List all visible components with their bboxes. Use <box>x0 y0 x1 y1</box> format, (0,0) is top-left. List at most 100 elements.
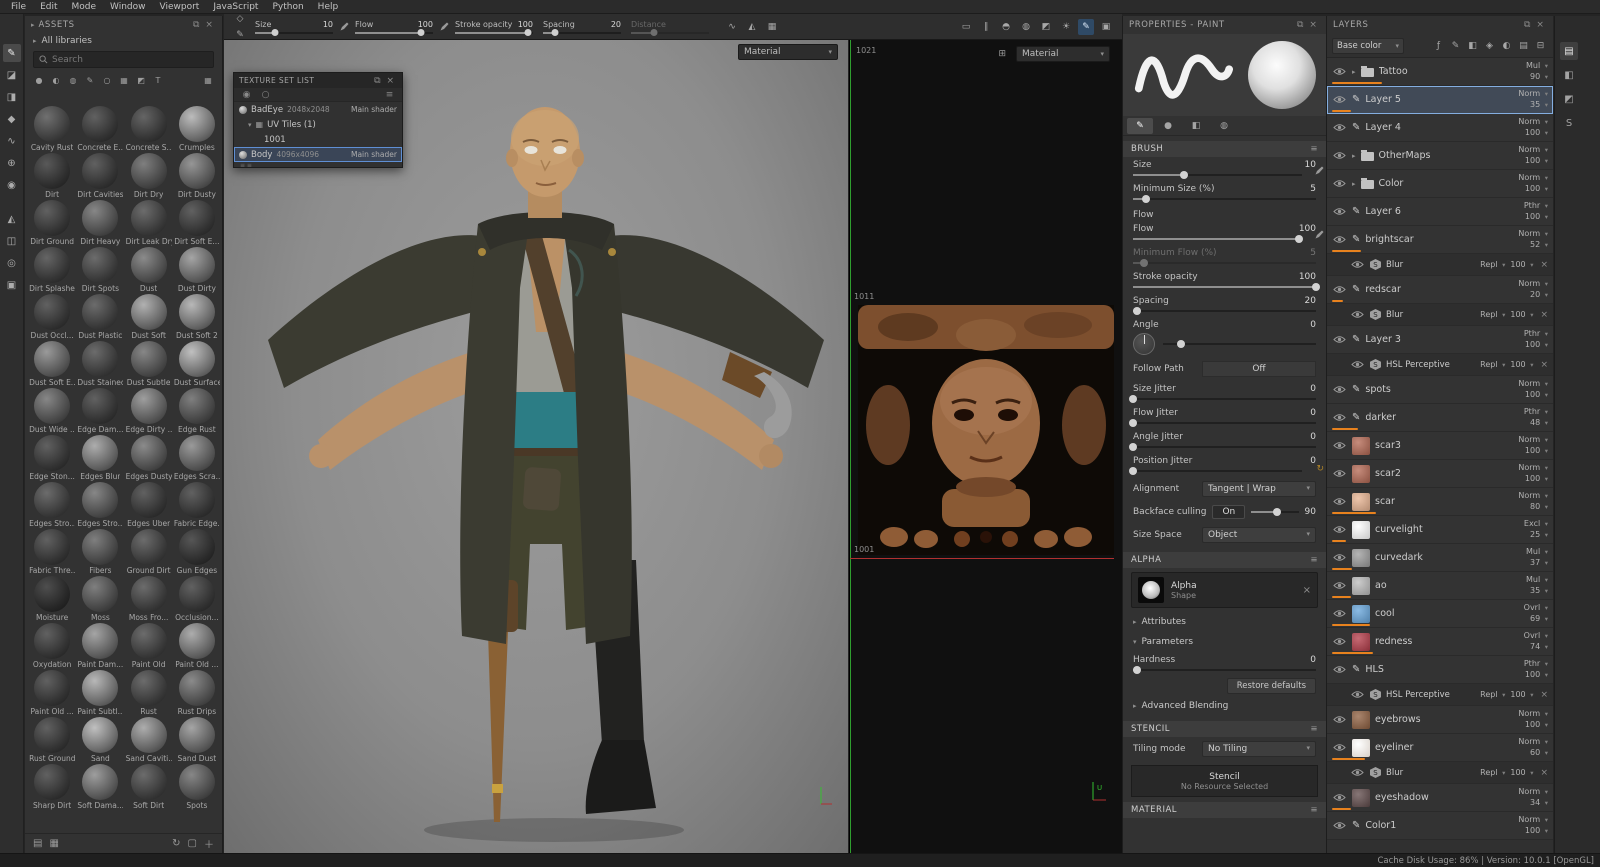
asset-item[interactable]: Rust Ground <box>29 717 75 764</box>
close-panel-icon[interactable]: × <box>1534 20 1547 30</box>
asset-item[interactable]: Dust Soft E... <box>29 341 75 388</box>
layer-effect-row[interactable]: S Blur Repl ▾ 100 ▾ × <box>1327 304 1553 326</box>
viewport-3d[interactable]: Material ▾ TEXTURE SET LIST ⧉ × ◉ ○ ≡ Bad… <box>224 40 848 853</box>
opacity-dropdown[interactable]: 100 ▾ <box>1525 390 1548 400</box>
pressure-pen-icon[interactable] <box>1315 230 1324 242</box>
visibility-eye-icon[interactable] <box>1333 743 1347 752</box>
asset-item[interactable]: Paint Dam... <box>77 623 123 670</box>
asset-item[interactable]: Edge Dam... <box>77 388 123 435</box>
remove-effect-icon[interactable]: × <box>1540 360 1548 370</box>
panel-collapse-icon[interactable]: ▸ <box>31 21 35 29</box>
effect-blend-mode-dropdown[interactable]: Repl ▾ <box>1480 260 1505 269</box>
effect-blend-mode-dropdown[interactable]: Repl ▾ <box>1480 690 1505 699</box>
opacity-dropdown[interactable]: 100 ▾ <box>1525 156 1548 166</box>
search-input[interactable] <box>52 54 208 65</box>
param-hardness[interactable]: Hardness 0 <box>1123 652 1326 676</box>
asset-item[interactable]: Soft Dama... <box>77 764 123 811</box>
pause-physics-icon[interactable]: ∥ <box>978 19 994 35</box>
asset-item[interactable]: Edges Stro... <box>77 482 123 529</box>
param-size[interactable]: Size 10 <box>1123 157 1326 181</box>
blend-mode-dropdown[interactable]: Pthr ▾ <box>1524 659 1548 669</box>
blend-mode-dropdown[interactable]: Norm ▾ <box>1518 709 1548 719</box>
parameters-collapse[interactable]: ▾ Parameters <box>1123 632 1326 652</box>
asset-item[interactable]: Edges Uber <box>126 482 172 529</box>
tiling-icon[interactable]: ▦ <box>764 19 780 35</box>
layer-row[interactable]: eyeshadow Norm ▾ 34 ▾ <box>1327 784 1553 812</box>
menu-window[interactable]: Window <box>103 2 153 12</box>
remove-effect-icon[interactable]: × <box>1540 260 1548 270</box>
opacity-dropdown[interactable]: 35 ▾ <box>1530 100 1548 110</box>
opacity-dropdown[interactable]: 100 ▾ <box>1525 128 1548 138</box>
simulation-icon[interactable]: ◓ <box>998 19 1014 35</box>
add-fill-layer-icon[interactable]: ◧ <box>1465 38 1480 53</box>
visibility-eye-icon[interactable] <box>1333 151 1347 160</box>
asset-item[interactable]: Rust <box>126 670 172 717</box>
blend-mode-dropdown[interactable]: Mul ▾ <box>1526 61 1548 71</box>
filter-alphas-icon[interactable]: ○ <box>99 73 115 87</box>
toolbar-slider[interactable] <box>255 29 333 36</box>
visibility-eye-icon[interactable] <box>1351 260 1365 269</box>
toolbar-size[interactable]: Size 10 <box>255 20 333 36</box>
toolbar-slider[interactable] <box>355 29 433 36</box>
shader-settings-icon[interactable]: ◩ <box>1038 19 1054 35</box>
material-picker-tool[interactable]: ◉ <box>3 176 21 194</box>
texture-set-list-window[interactable]: TEXTURE SET LIST ⧉ × ◉ ○ ≡ BadEye 2048x2… <box>233 72 403 168</box>
alignment-dropdown[interactable]: Tangent | Wrap ▾ <box>1202 481 1316 497</box>
float-panel-icon[interactable]: ⧉ <box>1521 20 1534 30</box>
asset-item[interactable]: Dust Occl... <box>29 294 75 341</box>
visibility-eye-icon[interactable] <box>1333 665 1347 674</box>
layer-row[interactable]: ✎ Layer 4 Norm ▾ 100 ▾ <box>1327 114 1553 142</box>
add-smart-mask-icon[interactable]: ◐ <box>1499 38 1514 53</box>
layer-row[interactable]: ✎ brightscar Norm ▾ 52 ▾ <box>1327 226 1553 254</box>
toolbar-slider[interactable] <box>631 29 709 36</box>
visibility-eye-icon[interactable] <box>1333 497 1347 506</box>
section-menu-icon[interactable]: ≡ <box>1310 724 1318 734</box>
effect-opacity-dropdown[interactable]: 100 ▾ <box>1510 360 1533 369</box>
expand-chevron-icon[interactable]: ▸ <box>1352 152 1356 160</box>
expand-chevron-icon[interactable]: ▸ <box>1352 180 1356 188</box>
section-menu-icon[interactable]: ≡ <box>1310 144 1318 154</box>
visibility-eye-icon[interactable] <box>1333 95 1347 104</box>
visibility-eye-icon[interactable] <box>1333 553 1347 562</box>
expand-chevron-icon[interactable]: ▸ <box>1352 68 1356 76</box>
blend-mode-dropdown[interactable]: Norm ▾ <box>1518 89 1548 99</box>
effect-opacity-dropdown[interactable]: 100 ▾ <box>1510 260 1533 269</box>
list-view-icon[interactable]: ▤ <box>33 838 42 849</box>
opacity-dropdown[interactable]: 69 ▾ <box>1530 614 1548 624</box>
pressure-pen-icon[interactable] <box>338 19 350 35</box>
asset-item[interactable]: Dirt Leak Dry <box>126 200 172 247</box>
asset-item[interactable]: Cavity Rust <box>29 106 75 153</box>
asset-item[interactable]: Dust Subtle <box>126 341 172 388</box>
effect-opacity-dropdown[interactable]: 100 ▾ <box>1510 690 1533 699</box>
opacity-dropdown[interactable]: 74 ▾ <box>1530 642 1548 652</box>
section-menu-icon[interactable]: ≡ <box>1310 555 1318 565</box>
asset-item[interactable]: Dirt Heavy <box>77 200 123 247</box>
filter-materials-icon[interactable]: ● <box>31 73 47 87</box>
visibility-eye-icon[interactable] <box>1333 469 1347 478</box>
symmetry-icon[interactable]: ◭ <box>744 19 760 35</box>
menu-python[interactable]: Python <box>265 2 310 12</box>
toolbar-spacing[interactable]: Spacing 20 <box>543 20 621 36</box>
dock-window-icon[interactable]: ⧉ <box>371 76 384 86</box>
blend-mode-dropdown[interactable]: Norm ▾ <box>1518 229 1548 239</box>
menu-viewport[interactable]: Viewport <box>153 2 207 12</box>
opacity-dropdown[interactable]: 100 ▾ <box>1525 826 1548 836</box>
opacity-dropdown[interactable]: 80 ▾ <box>1530 502 1548 512</box>
close-panel-icon[interactable]: × <box>1307 20 1320 30</box>
blend-mode-dropdown[interactable]: Norm ▾ <box>1518 815 1548 825</box>
opacity-dropdown[interactable]: 100 ▾ <box>1525 212 1548 222</box>
add-smart-material-icon[interactable]: ◈ <box>1482 38 1497 53</box>
angle-slider[interactable] <box>1163 340 1316 348</box>
asset-item[interactable]: Dirt Cavities <box>77 153 123 200</box>
channel-dropdown[interactable]: Base color ▾ <box>1332 37 1404 54</box>
asset-item[interactable]: Gun Edges <box>174 529 220 576</box>
asset-item[interactable]: Dust Surface <box>174 341 220 388</box>
layer-effect-row[interactable]: S HSL Perceptive Repl ▾ 100 ▾ × <box>1327 354 1553 376</box>
asset-item[interactable]: Oxydation <box>29 623 75 670</box>
viewport2d-material-dropdown[interactable]: Material ▾ <box>1016 46 1110 62</box>
asset-item[interactable]: Moss <box>77 576 123 623</box>
display-mode-icon[interactable]: ▭ <box>958 19 974 35</box>
effect-opacity-dropdown[interactable]: 100 ▾ <box>1510 310 1533 319</box>
asset-item[interactable]: Soft Dirt <box>126 764 172 811</box>
visibility-eye-icon[interactable] <box>1333 179 1347 188</box>
